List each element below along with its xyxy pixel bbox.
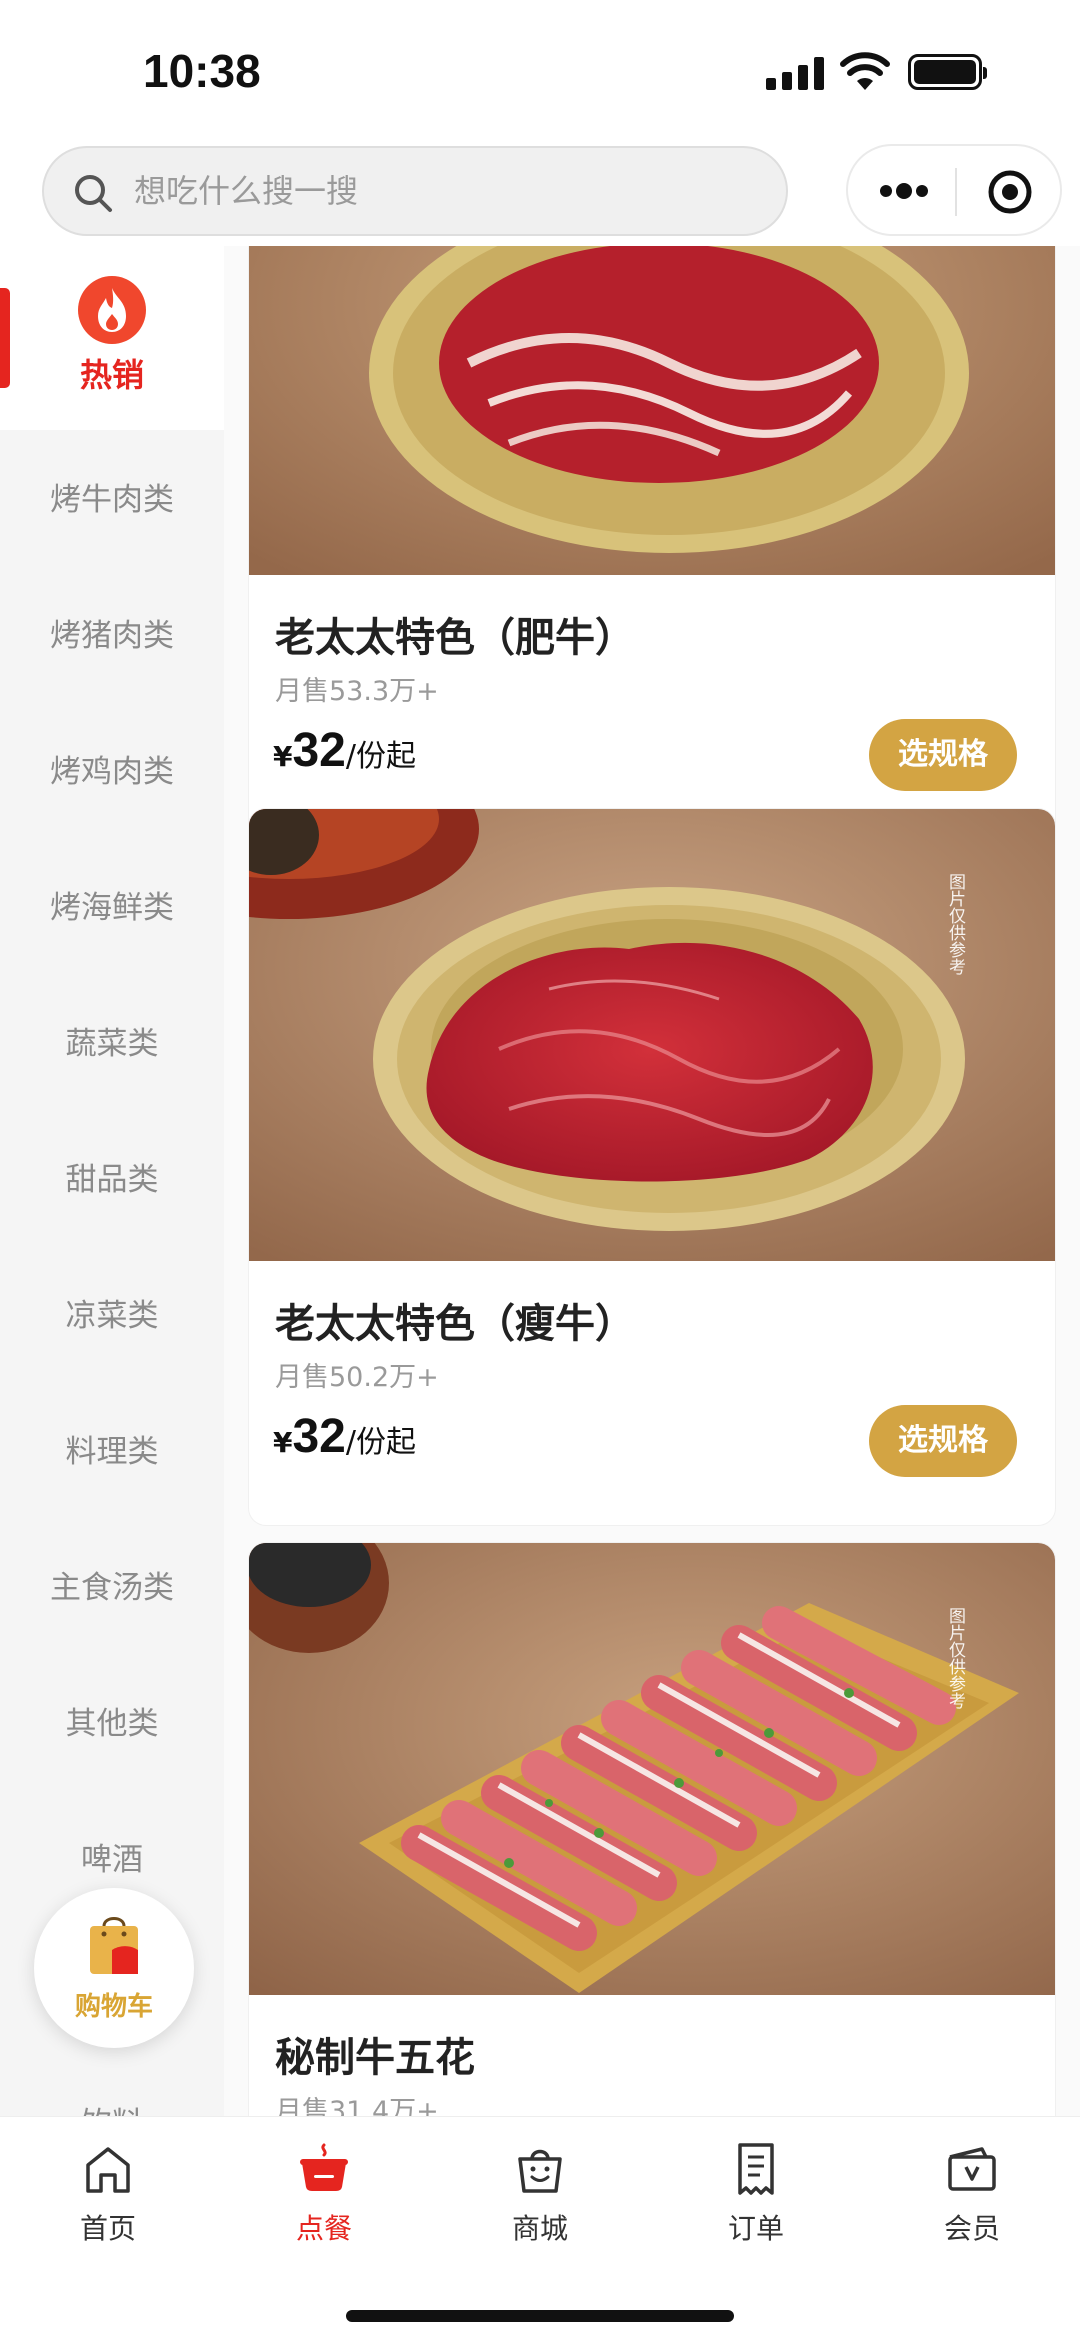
sidebar-item-label: 热销 (79, 356, 144, 394)
category-sidebar: 热销 烤牛肉类 烤猪肉类 烤鸡肉类 烤海鲜类 蔬菜类 甜品类 凉菜类 料理类 主… (0, 246, 224, 2116)
status-time: 10:38 (143, 45, 261, 97)
mini-program-capsule (846, 144, 1062, 236)
image-reference-note: 图片仅供参考 (945, 873, 965, 975)
sidebar-item-vegetables[interactable]: 蔬菜类 (0, 1018, 224, 1063)
cart-label: 购物车 (74, 1992, 153, 2022)
close-mini-program-icon[interactable] (986, 168, 1034, 216)
search-input[interactable] (134, 148, 754, 234)
tab-orders[interactable]: 订单 (686, 2141, 826, 2251)
product-name: 老太太特色（瘦牛） (275, 1301, 635, 1347)
tab-label: 点餐 (295, 2212, 352, 2245)
sidebar-item-staples-soup[interactable]: 主食汤类 (0, 1562, 224, 1607)
product-image: 图片仅供参考 (249, 809, 1055, 1261)
cart-button[interactable]: 购物车 (34, 1888, 194, 2048)
price-value: 32 (292, 1410, 346, 1463)
product-info: 秘制牛五花 月售31.4万+ (249, 1995, 1055, 2116)
shopping-bag-icon (90, 1917, 138, 1974)
shop-bag-icon (518, 2149, 562, 2193)
bottom-tab-bar: 首页 点餐 商城 订单 会员 (0, 2116, 1080, 2341)
product-price: ¥32/份起 (273, 723, 416, 778)
tab-member[interactable]: 会员 (902, 2141, 1042, 2251)
capsule-divider (955, 168, 957, 216)
product-name: 老太太特色（肥牛） (275, 615, 635, 661)
price-unit: /份起 (345, 739, 416, 774)
price-unit: /份起 (345, 1425, 416, 1460)
sidebar-item-cold-dishes[interactable]: 凉菜类 (0, 1290, 224, 1335)
sidebar-item-desserts[interactable]: 甜品类 (0, 1154, 224, 1199)
product-image (249, 246, 1055, 575)
image-reference-note: 图片仅供参考 (945, 1607, 965, 1709)
tab-home[interactable]: 首页 (38, 2141, 178, 2251)
sidebar-item-chicken[interactable]: 烤鸡肉类 (0, 746, 224, 791)
currency-symbol: ¥ (273, 740, 293, 773)
product-sales: 月售50.2万+ (275, 1362, 439, 1393)
currency-symbol: ¥ (273, 1426, 293, 1459)
home-icon (86, 2147, 130, 2193)
fire-icon (78, 276, 146, 344)
search-icon (75, 175, 112, 212)
home-indicator (346, 2310, 734, 2322)
sidebar-item-drinks[interactable]: 饮料 (0, 2098, 224, 2116)
tab-label: 订单 (727, 2212, 784, 2245)
product-info: 老太太特色（瘦牛） 月售50.2万+ ¥32/份起 选规格 (249, 1261, 1055, 1525)
product-list: 热销 老太太特色（肥牛） 月售53.3万+ ¥32/份起 选规格 (224, 246, 1080, 2116)
product-sales: 月售53.3万+ (275, 676, 439, 707)
price-value: 32 (292, 724, 346, 777)
tab-order-food[interactable]: 点餐 (254, 2141, 394, 2251)
product-image: 图片仅供参考 (249, 1543, 1055, 1995)
product-card[interactable]: 图片仅供参考 秘制牛五花 月售31.4万+ (248, 1542, 1056, 2116)
sidebar-item-beef[interactable]: 烤牛肉类 (0, 474, 224, 519)
sidebar-item-hot[interactable]: 热销 (0, 246, 224, 430)
member-card-icon (948, 2147, 996, 2191)
search-row (0, 140, 1080, 246)
tab-label: 会员 (943, 2212, 1000, 2245)
product-name: 秘制牛五花 (275, 2035, 475, 2081)
product-card[interactable]: 图片仅供参考 老太太特色（瘦牛） 月售50.2万+ ¥32/份起 选规格 (248, 808, 1056, 1526)
product-info: 老太太特色（肥牛） 月售53.3万+ ¥32/份起 选规格 (249, 575, 1055, 839)
search-box[interactable] (42, 146, 788, 236)
wifi-icon (840, 52, 890, 90)
tab-mall[interactable]: 商城 (470, 2141, 610, 2251)
product-price: ¥32/份起 (273, 1409, 416, 1464)
product-sales: 月售31.4万+ (275, 2096, 439, 2116)
more-icon[interactable] (876, 176, 932, 206)
battery-icon (908, 54, 987, 90)
select-spec-button[interactable]: 选规格 (869, 1405, 1017, 1477)
product-card[interactable]: 老太太特色（肥牛） 月售53.3万+ ¥32/份起 选规格 (248, 246, 1056, 840)
select-spec-button[interactable]: 选规格 (869, 719, 1017, 791)
sidebar-item-beer[interactable]: 啤酒 (0, 1834, 224, 1879)
tab-label: 首页 (79, 2212, 136, 2245)
tab-label: 商城 (511, 2212, 568, 2245)
cellular-signal-icon (766, 56, 824, 90)
sidebar-item-pork[interactable]: 烤猪肉类 (0, 610, 224, 655)
status-bar: 10:38 (0, 0, 1080, 140)
sidebar-item-others[interactable]: 其他类 (0, 1698, 224, 1743)
receipt-icon (738, 2143, 774, 2195)
sidebar-item-seafood[interactable]: 烤海鲜类 (0, 882, 224, 927)
sidebar-item-cuisine[interactable]: 料理类 (0, 1426, 224, 1471)
order-food-icon (300, 2143, 348, 2191)
